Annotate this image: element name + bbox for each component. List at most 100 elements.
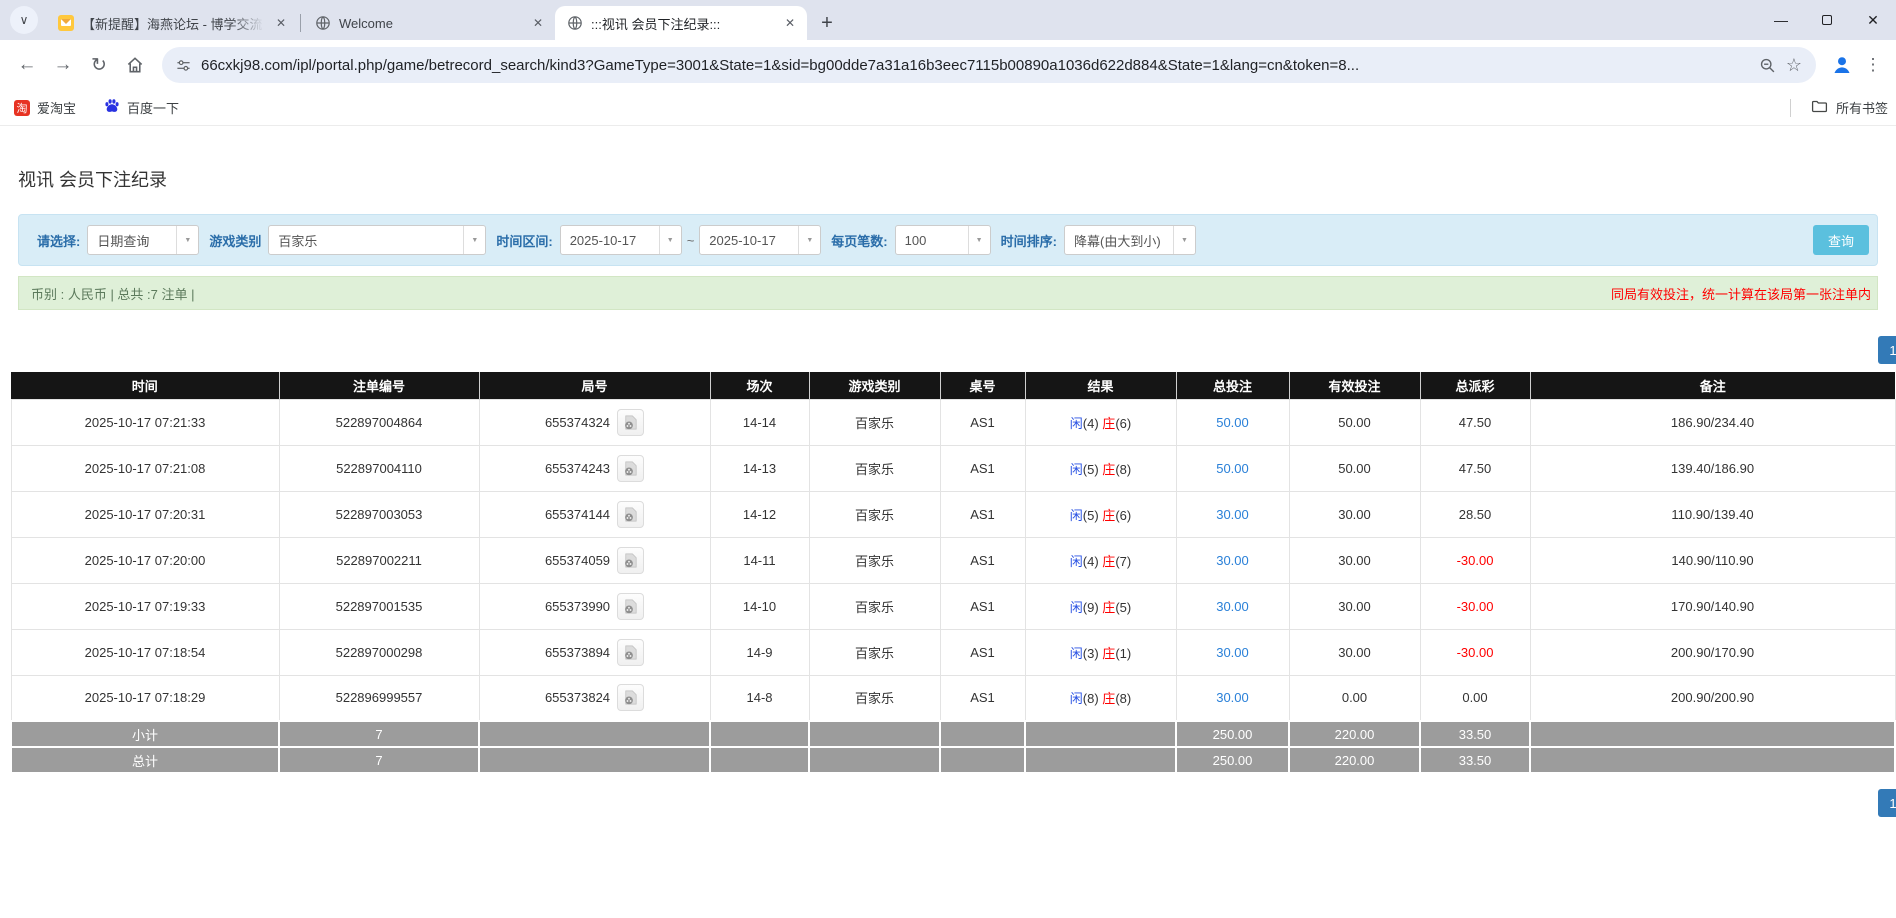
- video-replay-button[interactable]: [617, 593, 644, 620]
- summary-cell-5: [940, 747, 1025, 773]
- cell-result: 闲(3) 庄(1): [1025, 629, 1176, 675]
- zoom-indicator-icon[interactable]: [1759, 57, 1776, 74]
- profile-avatar[interactable]: [1826, 49, 1858, 81]
- browser-tab-3[interactable]: :::视讯 会员下注纪录:::✕: [555, 6, 807, 40]
- cell-session: 14-12: [710, 491, 809, 537]
- total-bet-link[interactable]: 30.00: [1216, 553, 1249, 568]
- new-tab-button[interactable]: +: [813, 9, 841, 37]
- player-label: 闲: [1070, 646, 1083, 661]
- bookmark-label: 百度一下: [127, 98, 179, 117]
- bet-record-table: 时间注单编号局号场次游戏类别桌号结果总投注有效投注总派彩备注 2025-10-1…: [10, 372, 1896, 774]
- page-button-1[interactable]: 1: [1878, 336, 1896, 364]
- banker-label: 庄: [1102, 554, 1115, 569]
- summary-cell-9: 33.50: [1420, 721, 1530, 747]
- tabs: 【新提醒】海燕论坛 - 博学交流✕ Welcome✕ :::视讯 会员下注纪录:…: [46, 0, 807, 40]
- filter-select-5[interactable]: 降幕(由大到小)▼: [1064, 225, 1196, 255]
- bookmark-baidu[interactable]: 百度一下: [104, 98, 179, 117]
- banker-label: 庄: [1102, 691, 1115, 706]
- chevron-down-icon: ▼: [968, 226, 990, 254]
- cell-payout: -30.00: [1420, 583, 1530, 629]
- video-replay-button[interactable]: [617, 547, 644, 574]
- search-button[interactable]: 查询: [1813, 225, 1869, 255]
- filter-select-0[interactable]: 日期查询▼: [87, 225, 199, 255]
- cell-result: 闲(8) 庄(8): [1025, 675, 1176, 721]
- home-icon[interactable]: [118, 48, 152, 82]
- total-bet-link[interactable]: 30.00: [1216, 645, 1249, 660]
- filter-bar: 请选择:日期查询▼游戏类别百家乐▼时间区间:2025-10-17▼~2025-1…: [18, 214, 1878, 266]
- globe-favicon: [315, 15, 331, 31]
- player-label: 闲: [1070, 508, 1083, 523]
- cell-round-no: 655374144: [479, 491, 710, 537]
- table-row: 2025-10-17 07:20:00522897002211655374059…: [11, 537, 1895, 583]
- tab-close-icon[interactable]: ✕: [781, 14, 799, 32]
- browser-menu-icon[interactable]: ⋮: [1860, 55, 1886, 75]
- summary-cell-10: [1530, 747, 1895, 773]
- summary-cell-0: 总计: [11, 747, 279, 773]
- bookmark-star-icon[interactable]: ☆: [1786, 55, 1802, 76]
- filter-select-2[interactable]: 2025-10-17▼: [560, 225, 682, 255]
- video-replay-button[interactable]: [617, 409, 644, 436]
- summary-row: 小计7250.00220.0033.50: [11, 721, 1895, 747]
- url-text: 66cxkj98.com/ipl/portal.php/game/betreco…: [201, 57, 1749, 74]
- chevron-down-icon: ▼: [176, 226, 198, 254]
- tab-close-icon[interactable]: ✕: [529, 14, 547, 32]
- window-close-icon[interactable]: ✕: [1850, 0, 1896, 40]
- pagination-top: 1: [18, 336, 1896, 364]
- round-no-text: 655373990: [545, 599, 610, 614]
- cell-payout: 47.50: [1420, 445, 1530, 491]
- cell-session: 14-13: [710, 445, 809, 491]
- cell-payout: 28.50: [1420, 491, 1530, 537]
- player-score: (8): [1083, 691, 1103, 706]
- video-replay-button[interactable]: [617, 455, 644, 482]
- round-no-text: 655374243: [545, 461, 610, 476]
- total-bet-link[interactable]: 30.00: [1216, 690, 1249, 705]
- browser-tab-1[interactable]: 【新提醒】海燕论坛 - 博学交流✕: [46, 6, 298, 40]
- filter-select-1[interactable]: 百家乐▼: [268, 225, 486, 255]
- filter-select-4[interactable]: 100▼: [895, 225, 991, 255]
- site-settings-icon[interactable]: [176, 58, 191, 73]
- summary-cell-0: 小计: [11, 721, 279, 747]
- total-bet-link[interactable]: 50.00: [1216, 461, 1249, 476]
- total-bet-link[interactable]: 30.00: [1216, 599, 1249, 614]
- video-replay-button[interactable]: [617, 639, 644, 666]
- col-header-10: 备注: [1530, 372, 1895, 399]
- cell-time: 2025-10-17 07:18:29: [11, 675, 279, 721]
- filter-select-3[interactable]: 2025-10-17▼: [699, 225, 821, 255]
- cell-note: 139.40/186.90: [1530, 445, 1895, 491]
- browser-tab-2[interactable]: Welcome✕: [303, 6, 555, 40]
- page-content: 视讯 会员下注纪录 请选择:日期查询▼游戏类别百家乐▼时间区间:2025-10-…: [0, 166, 1896, 817]
- tab-list-chevron-icon[interactable]: ∨: [10, 6, 38, 34]
- forward-icon[interactable]: →: [46, 48, 80, 82]
- table-row: 2025-10-17 07:19:33522897001535655373990…: [11, 583, 1895, 629]
- summary-cell-1: 7: [279, 721, 479, 747]
- cell-total-bet: 30.00: [1176, 537, 1289, 583]
- table-row: 2025-10-17 07:21:08522897004110655374243…: [11, 445, 1895, 491]
- col-header-8: 有效投注: [1289, 372, 1420, 399]
- omnibox[interactable]: 66cxkj98.com/ipl/portal.php/game/betreco…: [162, 47, 1816, 83]
- pagination-bottom: 1: [18, 789, 1896, 817]
- total-bet-link[interactable]: 30.00: [1216, 507, 1249, 522]
- reload-icon[interactable]: ↻: [82, 48, 116, 82]
- video-replay-button[interactable]: [617, 501, 644, 528]
- cell-valid-bet: 30.00: [1289, 537, 1420, 583]
- summary-cell-10: [1530, 721, 1895, 747]
- back-icon[interactable]: ←: [10, 48, 44, 82]
- round-no-text: 655374324: [545, 415, 610, 430]
- banker-score: (6): [1115, 508, 1131, 523]
- taobao-favicon: 淘: [14, 100, 30, 116]
- all-bookmarks-button[interactable]: 所有书签: [1790, 98, 1888, 118]
- video-replay-button[interactable]: [617, 684, 644, 711]
- cell-game-type: 百家乐: [809, 629, 940, 675]
- bookmark-taobao[interactable]: 淘 爱淘宝: [14, 98, 76, 117]
- tab-close-icon[interactable]: ✕: [272, 14, 290, 32]
- chevron-down-icon: ▼: [659, 226, 681, 254]
- cell-payout: -30.00: [1420, 629, 1530, 675]
- tab-separator: [300, 14, 301, 32]
- filter-label: 游戏类别: [209, 231, 261, 250]
- cell-total-bet: 50.00: [1176, 445, 1289, 491]
- total-bet-link[interactable]: 50.00: [1216, 415, 1249, 430]
- window-maximize-icon[interactable]: [1804, 0, 1850, 40]
- cell-valid-bet: 50.00: [1289, 445, 1420, 491]
- window-minimize-icon[interactable]: —: [1758, 0, 1804, 40]
- page-button-1[interactable]: 1: [1878, 789, 1896, 817]
